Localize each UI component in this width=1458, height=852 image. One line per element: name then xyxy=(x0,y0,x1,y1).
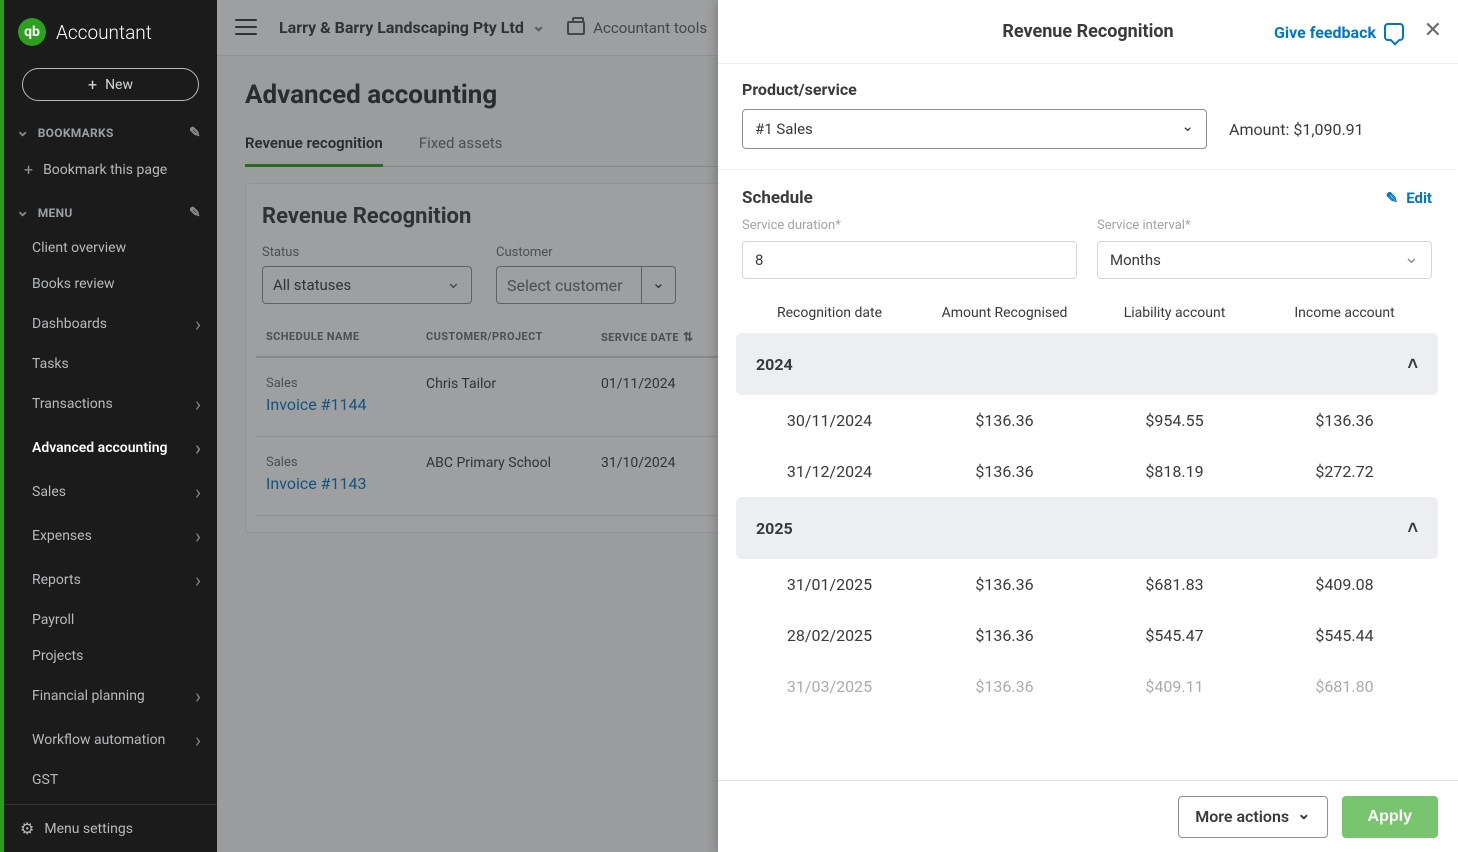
sidebar: qb Accountant New BOOKMARKS Bookmark thi… xyxy=(0,0,217,852)
brand: qb Accountant xyxy=(4,12,217,60)
plus-icon xyxy=(88,75,97,94)
chevron-right-icon xyxy=(195,480,201,504)
chevron-right-icon xyxy=(195,568,201,592)
amount-display: Amount: $1,090.91 xyxy=(1229,120,1364,139)
year-band[interactable]: 2024 xyxy=(736,333,1438,395)
schedule-row: 31/01/2025 $136.36 $681.83 $409.08 xyxy=(718,559,1456,610)
chevron-down-icon xyxy=(1404,250,1419,271)
menu-settings[interactable]: Menu settings xyxy=(4,804,217,852)
chevron-right-icon xyxy=(195,728,201,752)
product-service-label: Product/service xyxy=(742,80,1432,99)
year-band[interactable]: 2025 xyxy=(736,497,1438,559)
drawer-footer: More actions ⌄ Apply xyxy=(718,780,1458,852)
sidebar-item-payroll[interactable]: Payroll xyxy=(4,602,217,638)
sidebar-item-transactions[interactable]: Transactions xyxy=(4,382,217,426)
schedule-grid-header: Recognition date Amount Recognised Liabi… xyxy=(718,297,1456,333)
revenue-recognition-drawer: Revenue Recognition Give feedback ✕ Prod… xyxy=(718,0,1458,852)
close-icon[interactable]: ✕ xyxy=(1424,18,1442,43)
schedule-row: 30/11/2024 $136.36 $954.55 $136.36 xyxy=(718,395,1456,446)
schedule-row: 28/02/2025 $136.36 $545.47 $545.44 xyxy=(718,610,1456,661)
bookmarks-heading[interactable]: BOOKMARKS xyxy=(4,109,217,150)
sidebar-item-financial-planning[interactable]: Financial planning xyxy=(4,674,217,718)
chevron-right-icon xyxy=(195,524,201,548)
pencil-icon[interactable] xyxy=(189,205,201,221)
sidebar-item-sales[interactable]: Sales xyxy=(4,470,217,514)
schedule-row: 31/12/2024 $136.36 $818.19 $272.72 xyxy=(718,446,1456,497)
chevron-right-icon xyxy=(195,392,201,416)
plus-icon xyxy=(24,160,33,179)
new-button[interactable]: New xyxy=(22,68,199,101)
sidebar-item-books-review[interactable]: Books review xyxy=(4,266,217,302)
gear-icon xyxy=(20,819,34,838)
service-interval-label: Service interval* xyxy=(1097,218,1432,233)
chevron-up-icon xyxy=(1407,354,1418,375)
bookmark-this-page[interactable]: Bookmark this page xyxy=(4,150,217,189)
drawer-title: Revenue Recognition xyxy=(1002,21,1173,42)
chevron-down-icon xyxy=(16,123,30,142)
menu-list: Client overviewBooks reviewDashboardsTas… xyxy=(4,230,217,798)
schedule-grid-body: 2024 30/11/2024 $136.36 $954.55 $136.36 … xyxy=(718,333,1456,712)
schedule-row: 31/03/2025 $136.36 $409.11 $681.80 xyxy=(718,661,1456,712)
edit-button[interactable]: Edit xyxy=(1386,189,1432,207)
chevron-down-icon xyxy=(16,203,30,222)
pencil-icon xyxy=(1386,189,1399,207)
more-actions-button[interactable]: More actions ⌄ xyxy=(1178,796,1327,838)
schedule-heading: Schedule xyxy=(742,188,813,208)
chevron-down-icon: ⌄ xyxy=(1181,117,1194,135)
app-title: Accountant xyxy=(56,21,152,44)
feedback-icon xyxy=(1384,23,1404,41)
chevron-right-icon xyxy=(195,436,201,460)
sidebar-item-client-overview[interactable]: Client overview xyxy=(4,230,217,266)
chevron-down-icon: ⌄ xyxy=(1297,804,1310,823)
qb-logo-icon: qb xyxy=(18,18,46,46)
sidebar-item-reports[interactable]: Reports xyxy=(4,558,217,602)
sidebar-item-workflow-automation[interactable]: Workflow automation xyxy=(4,718,217,762)
service-interval-select[interactable]: Months xyxy=(1097,241,1432,279)
menu-heading[interactable]: MENU xyxy=(4,189,217,230)
service-duration-input[interactable]: 8 xyxy=(742,241,1077,279)
apply-button[interactable]: Apply xyxy=(1342,796,1438,838)
give-feedback-link[interactable]: Give feedback xyxy=(1274,0,1404,64)
sidebar-item-dashboards[interactable]: Dashboards xyxy=(4,302,217,346)
product-service-select[interactable]: #1 Sales ⌄ xyxy=(742,109,1207,149)
sidebar-item-projects[interactable]: Projects xyxy=(4,638,217,674)
service-duration-label: Service duration* xyxy=(742,218,1077,233)
sidebar-item-advanced-accounting[interactable]: Advanced accounting xyxy=(4,426,217,470)
chevron-up-icon xyxy=(1407,518,1418,539)
sidebar-item-gst[interactable]: GST xyxy=(4,762,217,798)
new-button-label: New xyxy=(105,77,133,93)
pencil-icon[interactable] xyxy=(189,125,201,141)
sidebar-item-tasks[interactable]: Tasks xyxy=(4,346,217,382)
chevron-right-icon xyxy=(195,312,201,336)
sidebar-item-expenses[interactable]: Expenses xyxy=(4,514,217,558)
chevron-right-icon xyxy=(195,684,201,708)
